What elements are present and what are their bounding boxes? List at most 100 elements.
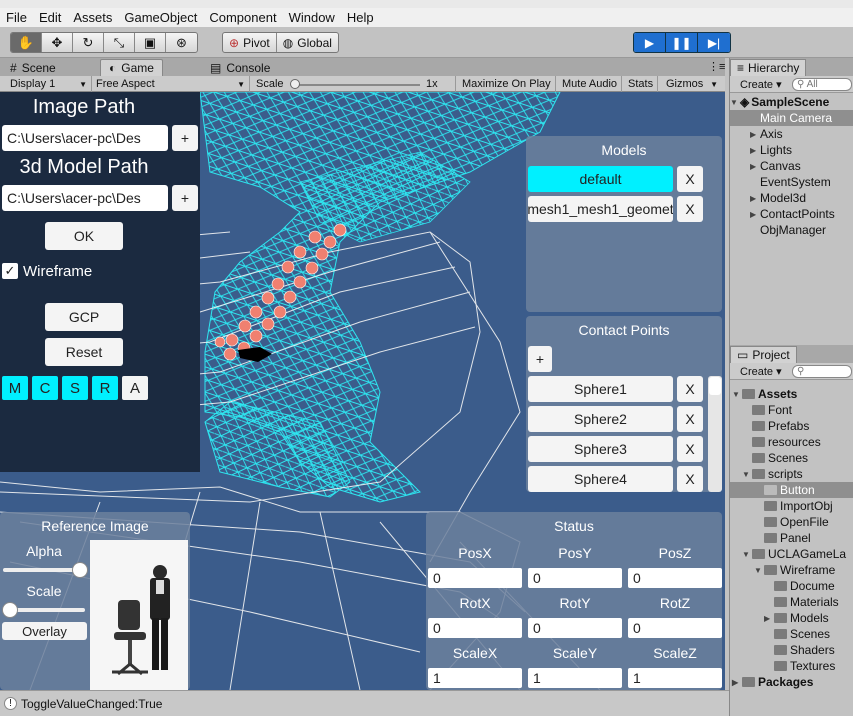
project-item[interactable]: Shaders: [730, 642, 853, 658]
aspect-select[interactable]: Free Aspect ▼: [92, 76, 250, 92]
transform-tool-icon[interactable]: ⊛: [166, 33, 197, 52]
scale-slider-handle[interactable]: [290, 79, 300, 89]
project-item[interactable]: Docume: [730, 578, 853, 594]
project-item[interactable]: ▶ Models: [730, 610, 853, 626]
project-item[interactable]: ▼ UCLAGameLa: [730, 546, 853, 562]
hierarchy-item[interactable]: ▶ Canvas: [730, 158, 853, 174]
scaley-input[interactable]: 1: [528, 668, 622, 688]
menu-help[interactable]: Help: [347, 10, 374, 25]
scalez-input[interactable]: 1: [628, 668, 722, 688]
hierarchy-item[interactable]: ObjManager: [730, 222, 853, 238]
tab-scene[interactable]: # Scene: [2, 59, 64, 76]
add-contact-point-button[interactable]: +: [528, 346, 552, 372]
gizmos-select[interactable]: Gizmos ▼: [662, 76, 722, 92]
contact-point-remove-button[interactable]: X: [677, 376, 703, 402]
tab-console[interactable]: ▤ Console: [202, 59, 278, 76]
project-item[interactable]: ▶ Packages: [730, 674, 853, 690]
contact-point-item[interactable]: Sphere3: [528, 436, 673, 462]
status-message[interactable]: ToggleValueChanged:True: [21, 697, 162, 711]
project-item[interactable]: Font: [730, 402, 853, 418]
posz-input[interactable]: 0: [628, 568, 722, 588]
image-path-add-button[interactable]: +: [172, 125, 198, 151]
contact-point-remove-button[interactable]: X: [677, 436, 703, 462]
hierarchy-item[interactable]: ▶ Axis: [730, 126, 853, 142]
model-remove-button[interactable]: X: [677, 166, 703, 192]
project-item[interactable]: OpenFile: [730, 514, 853, 530]
contact-point-remove-button[interactable]: X: [677, 406, 703, 432]
project-item[interactable]: ▼ Wireframe: [730, 562, 853, 578]
mode-c-button[interactable]: C: [32, 376, 58, 400]
play-icon[interactable]: ▶: [634, 33, 666, 52]
tab-game[interactable]: ◐ Game: [100, 59, 163, 76]
gcp-button[interactable]: GCP: [45, 303, 123, 331]
project-item[interactable]: Materials: [730, 594, 853, 610]
tab-hierarchy[interactable]: ≡ Hierarchy: [730, 59, 807, 76]
project-item[interactable]: ▼ scripts: [730, 466, 853, 482]
move-tool-icon[interactable]: ✥: [42, 33, 73, 52]
project-item[interactable]: Scenes: [730, 626, 853, 642]
project-item[interactable]: Prefabs: [730, 418, 853, 434]
hierarchy-create-button[interactable]: Create ▾: [740, 78, 782, 91]
hierarchy-item[interactable]: EventSystem: [730, 174, 853, 190]
project-item[interactable]: Panel: [730, 530, 853, 546]
scale-tool-icon[interactable]: ⤡: [104, 33, 135, 52]
menu-edit[interactable]: Edit: [39, 10, 61, 25]
model-path-input[interactable]: C:\Users\acer-pc\Des: [2, 185, 168, 211]
contact-point-item[interactable]: Sphere1: [528, 376, 673, 402]
mode-m-button[interactable]: M: [2, 376, 28, 400]
menu-window[interactable]: Window: [289, 10, 335, 25]
model-remove-button[interactable]: X: [677, 196, 703, 222]
project-item[interactable]: Scenes: [730, 450, 853, 466]
overlay-button[interactable]: Overlay: [2, 622, 87, 640]
model-path-add-button[interactable]: +: [172, 185, 198, 211]
scale-slider-handle[interactable]: [2, 602, 18, 618]
project-search-input[interactable]: ⚲: [792, 365, 852, 378]
reset-button[interactable]: Reset: [45, 338, 123, 366]
roty-input[interactable]: 0: [528, 618, 622, 638]
mode-s-button[interactable]: S: [62, 376, 88, 400]
posx-input[interactable]: 0: [428, 568, 522, 588]
scalex-input[interactable]: 1: [428, 668, 522, 688]
rotate-tool-icon[interactable]: ↻: [73, 33, 104, 52]
maximize-on-play-toggle[interactable]: Maximize On Play: [458, 76, 556, 92]
image-path-input[interactable]: C:\Users\acer-pc\Des: [2, 125, 168, 151]
menu-assets[interactable]: Assets: [73, 10, 112, 25]
menu-gameobject[interactable]: GameObject: [124, 10, 197, 25]
posy-input[interactable]: 0: [528, 568, 622, 588]
tab-project[interactable]: ▭ Project: [730, 346, 797, 363]
model-item-default[interactable]: default: [528, 166, 673, 192]
contact-points-scroll-handle[interactable]: [709, 377, 721, 395]
mode-a-button[interactable]: A: [122, 376, 148, 400]
rect-tool-icon[interactable]: ▣: [135, 33, 166, 52]
tab-menu-icon[interactable]: ⋮≡: [708, 60, 725, 73]
project-item[interactable]: ImportObj: [730, 498, 853, 514]
hierarchy-search-input[interactable]: ⚲ All: [792, 78, 852, 91]
stats-toggle[interactable]: Stats: [624, 76, 659, 92]
hierarchy-item[interactable]: Main Camera: [730, 110, 853, 126]
rotz-input[interactable]: 0: [628, 618, 722, 638]
project-item[interactable]: resources: [730, 434, 853, 450]
project-create-button[interactable]: Create ▾: [740, 365, 782, 378]
contact-point-item[interactable]: Sphere4: [528, 466, 673, 492]
project-item[interactable]: Textures: [730, 658, 853, 674]
model-item-mesh[interactable]: mesh1_mesh1_geomet: [528, 196, 673, 222]
hierarchy-item[interactable]: ▶ Model3d: [730, 190, 853, 206]
global-toggle[interactable]: ◍ Global: [277, 33, 338, 52]
pivot-toggle[interactable]: ⊕ Pivot: [223, 33, 277, 52]
step-icon[interactable]: ▶|: [698, 33, 730, 52]
scale-slider[interactable]: Scale 1x: [252, 76, 456, 92]
hierarchy-item[interactable]: ▶ ContactPoints: [730, 206, 853, 222]
menu-file[interactable]: File: [6, 10, 27, 25]
alpha-slider-handle[interactable]: [72, 562, 88, 578]
hierarchy-item[interactable]: ▶ Lights: [730, 142, 853, 158]
menu-component[interactable]: Component: [209, 10, 276, 25]
hierarchy-scene-root[interactable]: ▼ ◈ SampleScene: [730, 94, 853, 110]
project-item[interactable]: Button: [730, 482, 853, 498]
hand-tool-icon[interactable]: ✋: [11, 33, 42, 52]
wireframe-checkbox[interactable]: ✓: [2, 263, 18, 279]
game-view[interactable]: Image Path C:\Users\acer-pc\Des + 3d Mod…: [0, 92, 725, 690]
contact-point-item[interactable]: Sphere2: [528, 406, 673, 432]
contact-point-remove-button[interactable]: X: [677, 466, 703, 492]
pause-icon[interactable]: ❚❚: [666, 33, 698, 52]
project-item[interactable]: ▼ Assets: [730, 386, 853, 402]
